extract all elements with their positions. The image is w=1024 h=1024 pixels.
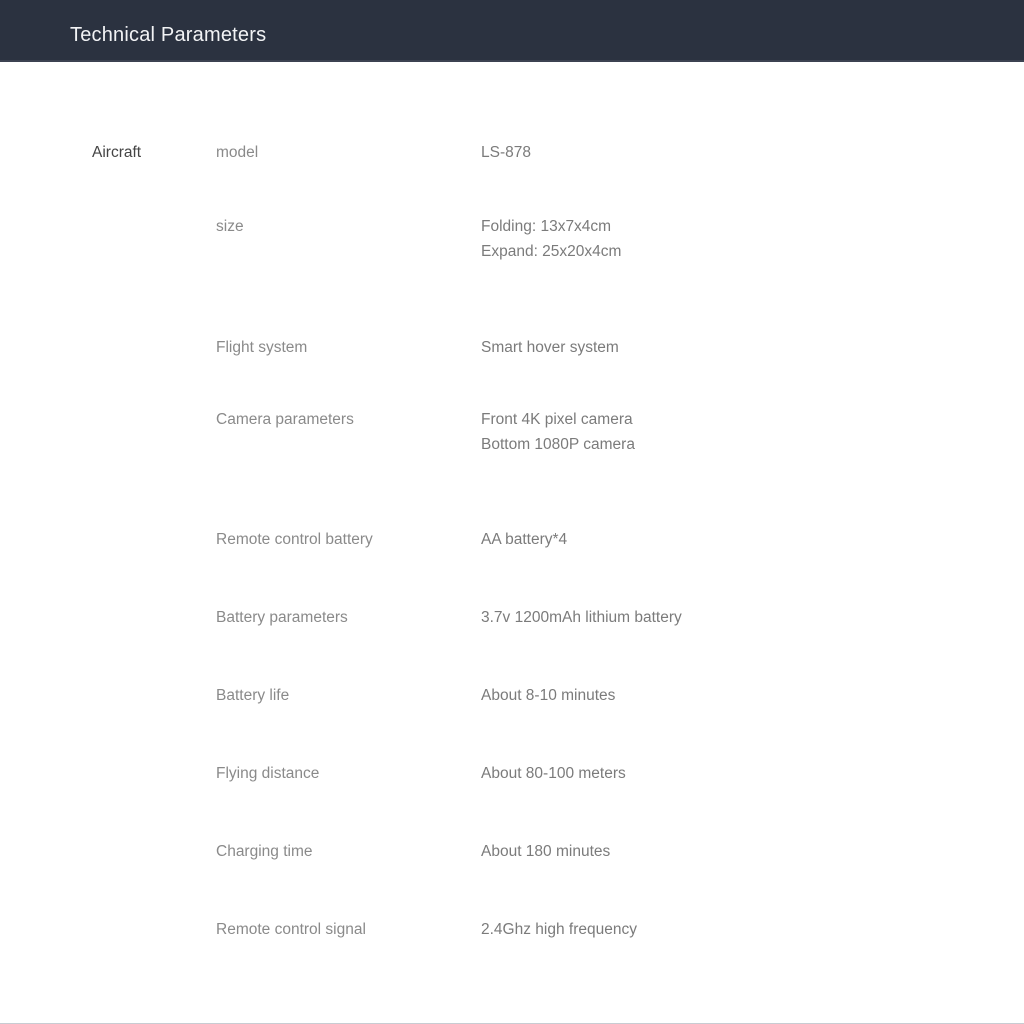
spec-param-name: Remote control battery (216, 531, 373, 548)
page-title: Technical Parameters (70, 24, 267, 46)
spec-param-name: size (216, 218, 244, 235)
spec-param-value: Folding: 13x7x4cm Expand: 25x20x4cm (481, 218, 622, 260)
spec-param-name: Flight system (216, 339, 308, 356)
spec-param-value: LS-878 (481, 144, 531, 161)
spec-param-name: Camera parameters (216, 411, 354, 428)
spec-param-value: Front 4K pixel camera Bottom 1080P camer… (481, 411, 635, 453)
spec-param-name: Charging time (216, 843, 313, 860)
spec-param-name: Remote control signal (216, 921, 366, 938)
spec-param-value: About 180 minutes (481, 843, 611, 860)
spec-param-value: About 80-100 meters (481, 765, 626, 782)
spec-group-label: Aircraft (92, 144, 142, 161)
spec-param-name: Battery parameters (216, 609, 348, 626)
spec-param-value: About 8-10 minutes (481, 687, 616, 704)
page-header-band: Technical Parameters (0, 0, 1024, 62)
spec-param-name: model (216, 144, 259, 161)
spec-param-name: Flying distance (216, 765, 320, 782)
spec-param-value: AA battery*4 (481, 531, 568, 548)
spec-param-value: 2.4Ghz high frequency (481, 921, 637, 938)
spec-param-name: Battery life (216, 687, 290, 704)
spec-param-value: 3.7v 1200mAh lithium battery (481, 609, 682, 626)
technical-parameters-table: Aircraft model LS-878 size Folding: 13x7x4cm… (0, 62, 1024, 1024)
spec-param-value: Smart hover system (481, 339, 619, 356)
